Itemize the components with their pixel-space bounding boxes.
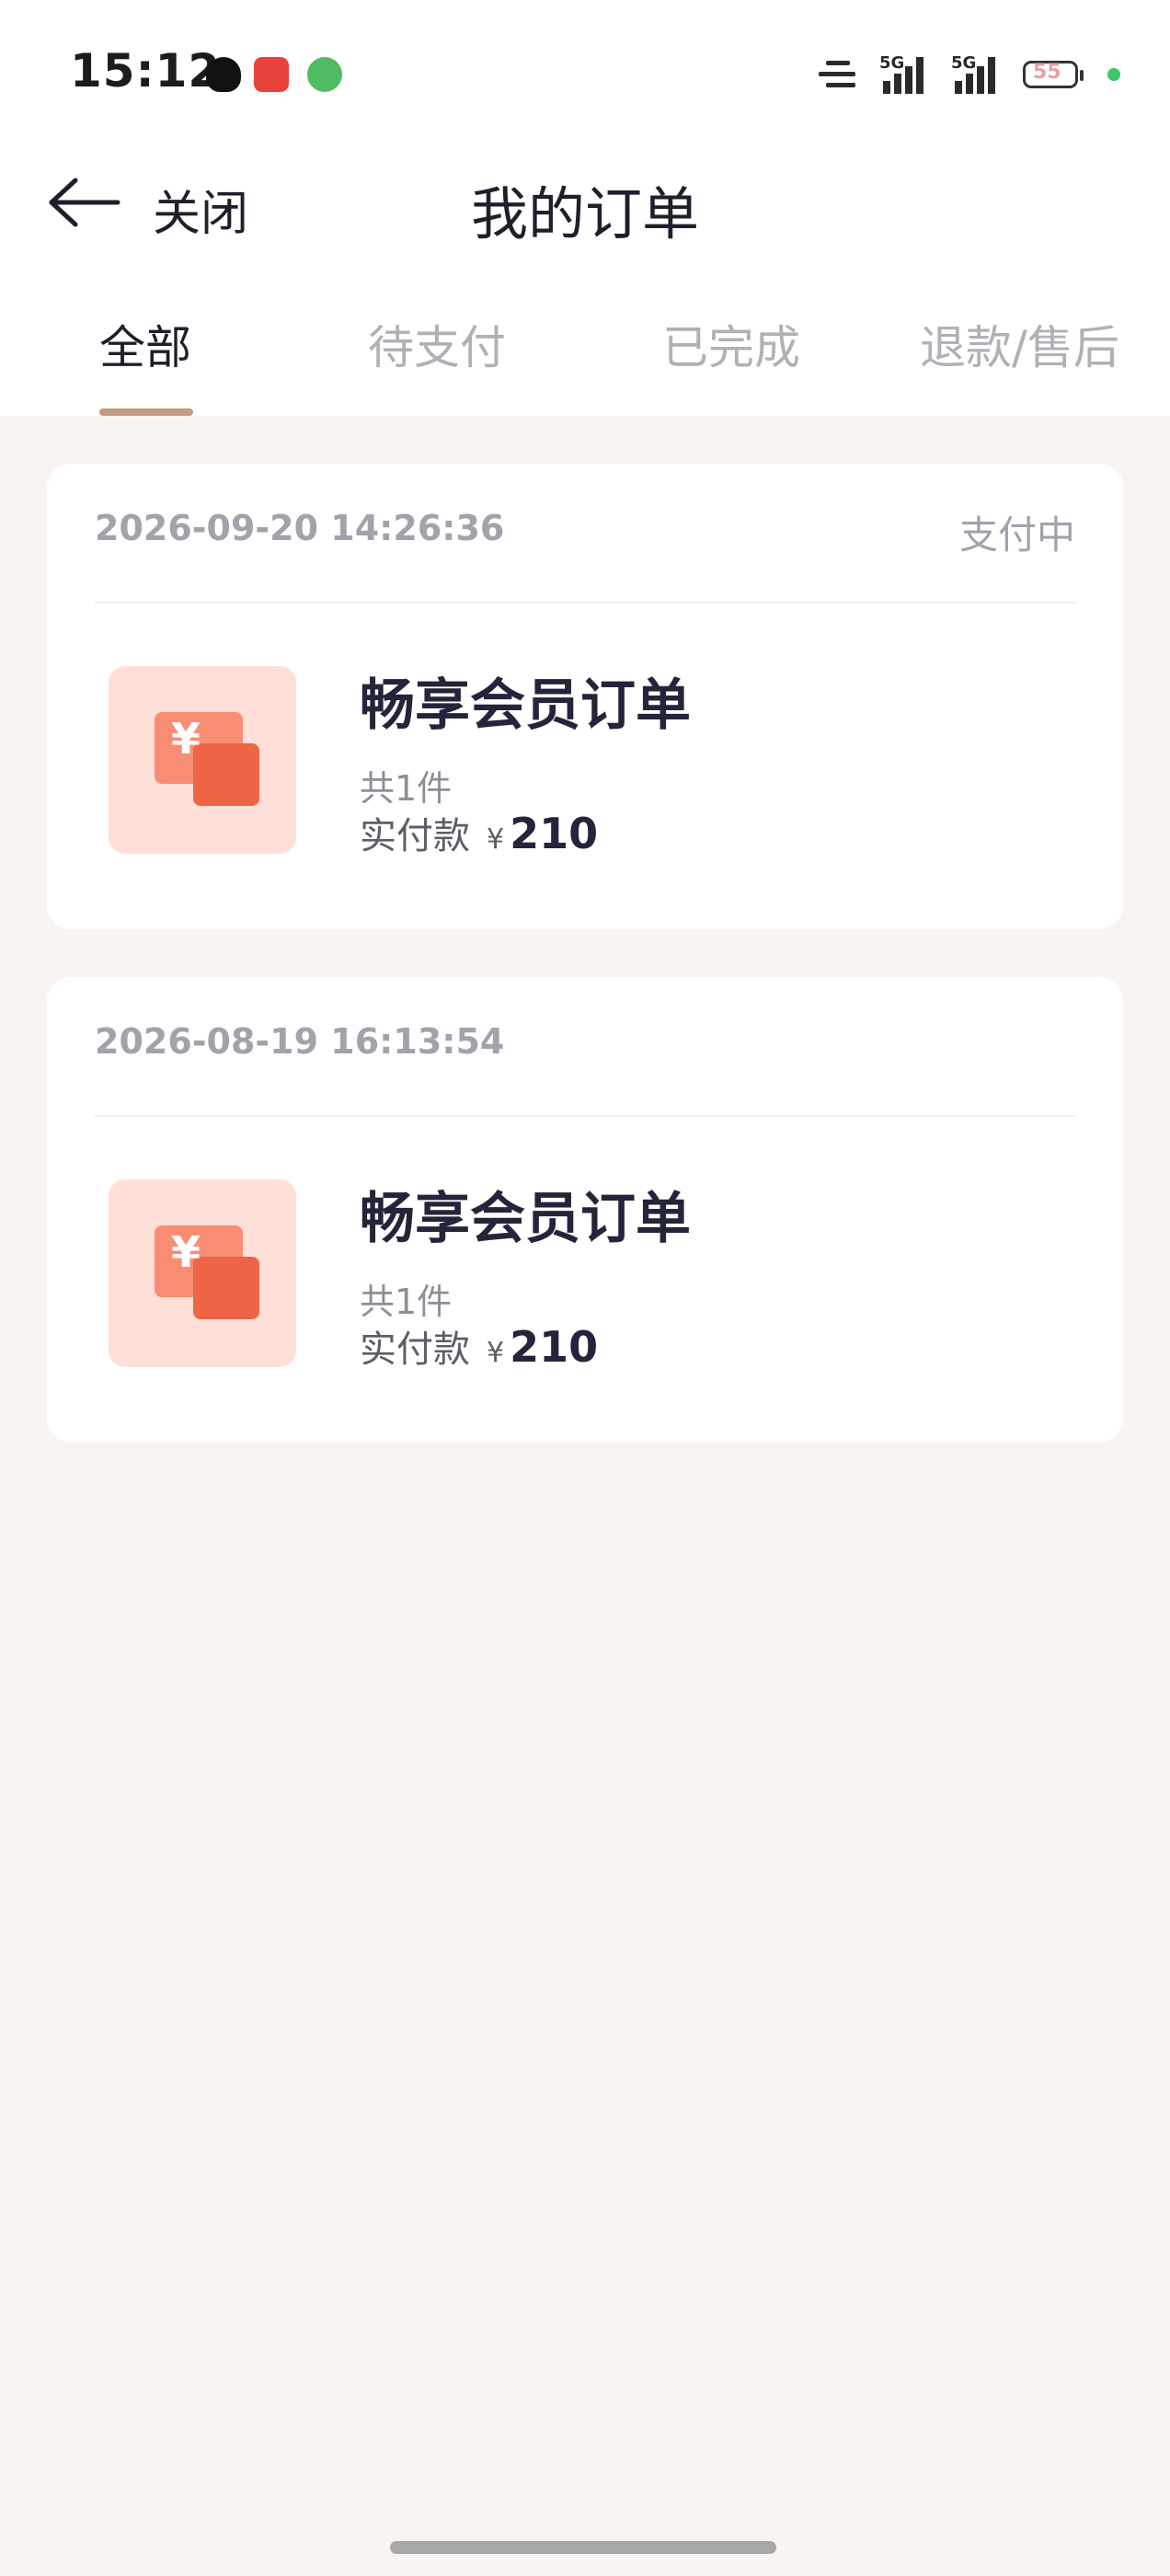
product-name: 畅享会员订单 — [360, 673, 691, 738]
paid-amount: 210 — [510, 1322, 599, 1372]
product-name: 畅享会员订单 — [360, 1187, 691, 1251]
signal-icon-2: 5G — [951, 53, 1006, 94]
page-title: 我的订单 — [470, 180, 699, 247]
battery-icon: 55 — [1023, 61, 1084, 88]
order-status: 支付中 — [958, 512, 1075, 558]
yen-chat-icon: ¥ — [109, 1179, 296, 1367]
order-card[interactable]: 2026-08-19 16:13:54 ¥ 畅享会员订单 共1件 实付款 ¥210 — [47, 977, 1123, 1443]
order-datetime: 2026-08-19 16:13:54 — [95, 1021, 505, 1062]
tab-pending-payment[interactable]: 待支付 — [368, 311, 506, 377]
paid-amount: 210 — [510, 809, 599, 858]
paid-amount-row: 实付款 ¥210 — [360, 806, 598, 859]
notification-app-icon — [254, 57, 289, 92]
signal-1-label: 5G — [879, 53, 905, 73]
signal-icon-1: 5G — [879, 53, 935, 94]
status-time: 15:12 — [70, 44, 222, 98]
tab-refund-aftersale[interactable]: 退款/售后 — [920, 311, 1119, 377]
paid-amount-row: 实付款 ¥210 — [360, 1319, 598, 1373]
privacy-dot-icon — [1107, 68, 1120, 81]
home-indicator[interactable] — [390, 2541, 776, 2554]
battery-level: 55 — [1033, 61, 1061, 84]
paid-label: 实付款 — [360, 815, 470, 857]
divider — [95, 602, 1075, 604]
game-app-icon — [307, 57, 342, 92]
signal-2-label: 5G — [951, 53, 977, 73]
divider — [95, 1115, 1075, 1117]
currency-symbol: ¥ — [487, 1337, 505, 1369]
paid-label: 实付款 — [360, 1328, 470, 1371]
yen-chat-icon: ¥ — [109, 666, 296, 854]
tab-completed[interactable]: 已完成 — [662, 311, 800, 377]
order-card[interactable]: 2026-09-20 14:26:36 支付中 ¥ 畅享会员订单 共1件 实付款… — [47, 464, 1123, 929]
status-bar: 15:12 5G 5G 55 — [0, 0, 1170, 147]
active-tab-indicator — [99, 408, 193, 416]
currency-symbol: ¥ — [487, 823, 505, 856]
qq-app-icon — [206, 57, 241, 92]
order-quantity: 共1件 — [360, 768, 453, 809]
order-quantity: 共1件 — [360, 1282, 453, 1322]
order-datetime: 2026-09-20 14:26:36 — [95, 508, 505, 548]
data-usage-icon — [819, 57, 859, 92]
tab-all[interactable]: 全部 — [99, 311, 191, 377]
